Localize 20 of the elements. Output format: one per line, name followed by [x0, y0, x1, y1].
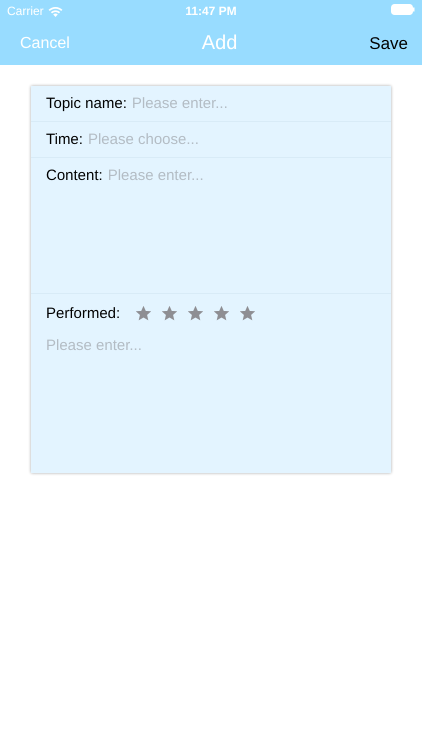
- notes-field[interactable]: Please enter...: [31, 332, 391, 473]
- field-label: Content:: [46, 167, 103, 184]
- input-field[interactable]: Please choose...: [88, 131, 376, 148]
- page-title: Add: [202, 32, 238, 55]
- star-icon[interactable]: [240, 306, 256, 320]
- field-label: Performed:: [46, 304, 120, 322]
- star-rating[interactable]: [136, 306, 256, 320]
- battery-icon: [391, 4, 415, 15]
- star-icon[interactable]: [162, 306, 178, 320]
- wifi-icon: [48, 6, 63, 16]
- save-button[interactable]: Save: [369, 34, 408, 54]
- carrier-label: Carrier: [7, 4, 44, 18]
- star-icon[interactable]: [136, 306, 152, 320]
- clock: 11:47 PM: [184, 4, 238, 18]
- field-label: Topic name:: [46, 95, 127, 112]
- star-icon[interactable]: [188, 306, 204, 320]
- field-label: Time:: [46, 131, 83, 148]
- input-field[interactable]: Please enter...: [132, 95, 376, 112]
- star-icon[interactable]: [214, 306, 230, 320]
- input-field[interactable]: Please enter...: [108, 167, 376, 277]
